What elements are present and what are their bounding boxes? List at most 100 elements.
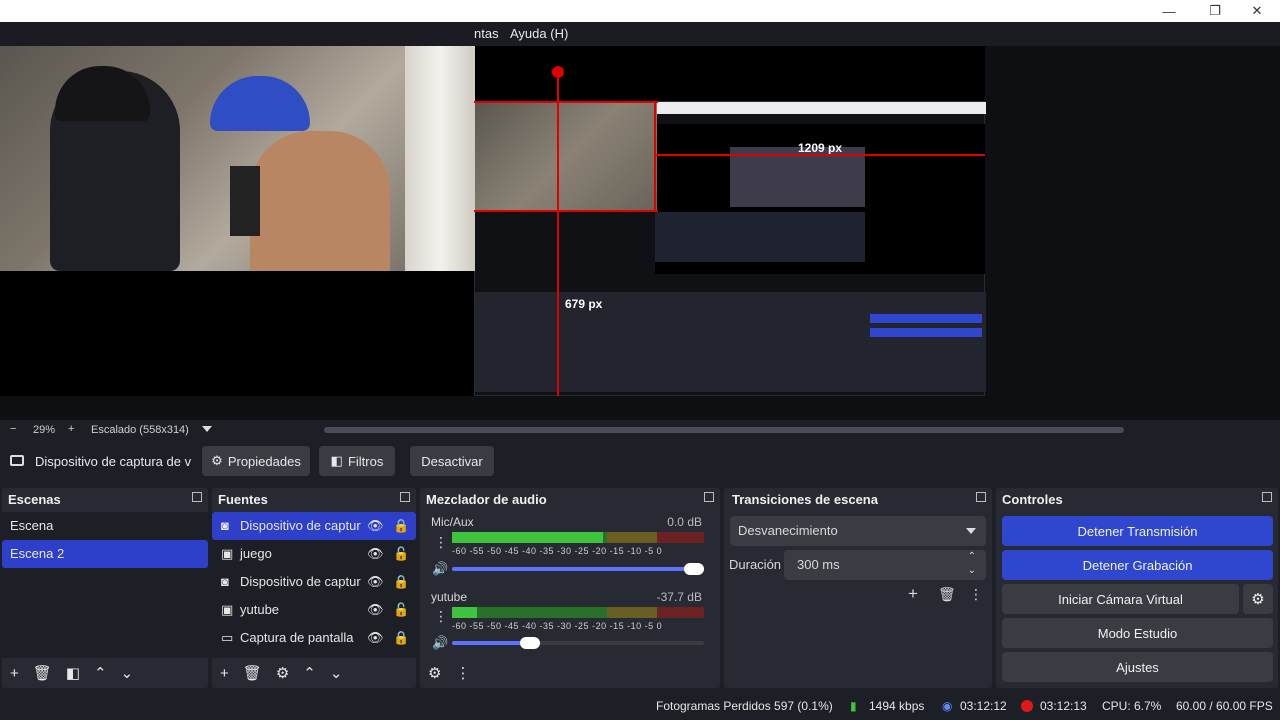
menu-item-help[interactable]: Ayuda (H)	[510, 22, 568, 46]
source-item[interactable]: ▣ juego 👁 🔓	[212, 540, 416, 568]
source-label: Dispositivo de captur	[240, 518, 361, 533]
kebab-menu-icon[interactable]: ⋮	[455, 664, 470, 682]
settings-button[interactable]: Ajustes	[1002, 652, 1273, 682]
eye-icon[interactable]: 👁	[367, 512, 384, 540]
lock-icon[interactable]: 🔒	[393, 624, 409, 652]
add-icon[interactable]: +	[908, 584, 918, 604]
chevron-down-icon[interactable]: ⌄	[121, 664, 134, 682]
source-label: Dispositivo de captur	[240, 574, 361, 589]
audio-mixer-dock: Mezclador de audio x Mic/Aux 0.0 dB ⋮ -6…	[420, 488, 720, 688]
scenes-list: Escena Escena 2	[2, 512, 208, 658]
eye-icon[interactable]: 👁	[367, 540, 384, 568]
volume-handle-2[interactable]	[520, 637, 541, 649]
scene-item[interactable]: Escena	[2, 512, 208, 540]
volume-fill-2	[452, 641, 531, 645]
cpu-usage: CPU: 6.7%	[1102, 699, 1162, 713]
source-item-selected[interactable]: ◙ Dispositivo de captur 👁 🔒	[212, 512, 416, 540]
transition-select[interactable]: Desvanecimiento	[730, 516, 986, 546]
undock-icon[interactable]: x	[192, 492, 202, 502]
camera-icon: ◙	[221, 518, 229, 533]
add-icon[interactable]: +	[220, 665, 229, 682]
transitions-header: Transiciones de escena x	[724, 488, 992, 510]
program-canvas[interactable]: 1209 px 679 px	[0, 46, 986, 396]
minimize-icon[interactable]: —	[1146, 0, 1192, 22]
stream-time: 03:12:12	[960, 699, 1007, 713]
stepper-down-icon[interactable]: ⌄	[968, 564, 976, 578]
sources-list: ◙ Dispositivo de captur 👁 🔒 ▣ juego 👁 🔓 …	[212, 512, 416, 658]
zoom-percent: 29%	[33, 424, 56, 436]
mixer-settings-icon[interactable]: ⚙	[428, 664, 441, 682]
undock-icon[interactable]: x	[1262, 492, 1272, 502]
trash-icon[interactable]: 🗑	[243, 664, 262, 682]
kebab-menu-icon[interactable]: ⋮	[969, 586, 983, 603]
game-capture-icon: ▣	[221, 546, 234, 561]
speaker-icon[interactable]: 🔊	[432, 635, 448, 651]
person-right	[250, 131, 390, 271]
eye-icon[interactable]: 👁	[367, 596, 384, 624]
trash-icon[interactable]: 🗑	[33, 664, 52, 682]
camera-icon	[10, 455, 24, 466]
kebab-menu-icon[interactable]: ⋮	[434, 534, 448, 551]
nested-inner-docks	[655, 212, 865, 262]
stepper-up-icon[interactable]: ⌃	[968, 550, 976, 564]
source-item[interactable]: ▣ yutube 👁 🔓	[212, 596, 416, 624]
chevron-up-icon[interactable]: ⌃	[303, 664, 316, 682]
mixer-header: Mezclador de audio x	[420, 488, 720, 510]
gear-icon[interactable]: ⚙	[276, 664, 289, 682]
blue-cap	[210, 76, 310, 131]
undock-icon[interactable]: x	[976, 492, 986, 502]
filter-icon: ◧	[330, 453, 343, 468]
virtual-camera-button[interactable]: Iniciar Cámara Virtual	[1002, 584, 1239, 614]
lock-icon[interactable]: 🔒	[393, 568, 409, 596]
chevron-up-icon[interactable]: ⌃	[94, 664, 107, 682]
virtual-camera-settings-button[interactable]: ⚙	[1243, 584, 1273, 614]
controls-title: Controles	[1002, 491, 1063, 507]
preview-scrollbar[interactable]	[324, 427, 1124, 433]
mixer-title: Mezclador de audio	[426, 491, 547, 507]
close-icon[interactable]: ✕	[1234, 0, 1280, 22]
duration-label: Duración	[729, 557, 782, 572]
menu-bar: ntas Ayuda (H)	[0, 22, 1280, 46]
undock-icon[interactable]: x	[704, 492, 714, 502]
webcam-source[interactable]	[0, 46, 475, 271]
sources-header: Fuentes x	[212, 488, 416, 510]
stop-record-button[interactable]: Detener Grabación	[1002, 550, 1273, 580]
zoom-out-button[interactable]: −	[10, 423, 16, 435]
preview-area[interactable]: 1209 px 679 px	[0, 46, 1280, 420]
studio-mode-button[interactable]: Modo Estudio	[1002, 618, 1273, 648]
channel-db: 0.0 dB	[667, 515, 702, 529]
nested-preview-inner	[730, 147, 865, 207]
zoom-in-button[interactable]: +	[68, 423, 74, 435]
speaker-icon[interactable]: 🔊	[432, 561, 448, 577]
trash-icon[interactable]: 🗑	[938, 586, 956, 603]
meter-scale: -60 -55 -50 -45 -40 -35 -30 -25 -20 -15 …	[452, 546, 663, 556]
unlock-icon[interactable]: 🔓	[393, 596, 409, 624]
filter-icon[interactable]: ◧	[66, 664, 80, 682]
eye-icon[interactable]: 👁	[367, 624, 384, 652]
source-item[interactable]: ◙ Dispositivo de captur 👁 🔒	[212, 568, 416, 596]
restore-icon[interactable]: ❐	[1192, 0, 1238, 22]
stop-stream-button[interactable]: Detener Transmisión	[1002, 516, 1273, 546]
chevron-down-icon[interactable]: ⌄	[330, 664, 343, 682]
duration-input[interactable]: 300 ms ⌃ ⌄	[784, 550, 986, 580]
signal-icon: ▮	[850, 699, 857, 713]
properties-button[interactable]: ⚙ Propiedades	[202, 446, 310, 476]
mixer-toolbar: ⚙ ⋮	[420, 658, 720, 688]
lock-icon[interactable]: 🔒	[393, 512, 409, 540]
source-label: juego	[240, 546, 272, 561]
eye-icon[interactable]: 👁	[367, 568, 384, 596]
filters-button[interactable]: ◧ Filtros	[319, 446, 395, 476]
source-item[interactable]: ▭ Captura de pantalla 👁 🔒	[212, 624, 416, 652]
volume-slider-1[interactable]	[452, 563, 704, 575]
deactivate-button[interactable]: Desactivar	[410, 446, 494, 476]
undock-icon[interactable]: x	[400, 492, 410, 502]
unlock-icon[interactable]: 🔓	[393, 540, 409, 568]
add-icon[interactable]: +	[10, 665, 19, 682]
scene-item-selected[interactable]: Escena 2	[2, 540, 208, 568]
volume-handle-1[interactable]	[684, 563, 704, 575]
chevron-down-icon[interactable]	[202, 426, 212, 432]
menu-item-tools[interactable]: ntas	[474, 22, 499, 46]
kebab-menu-icon[interactable]: ⋮	[434, 608, 448, 625]
volume-slider-2[interactable]	[452, 637, 704, 649]
guide-handle[interactable]	[552, 66, 564, 78]
